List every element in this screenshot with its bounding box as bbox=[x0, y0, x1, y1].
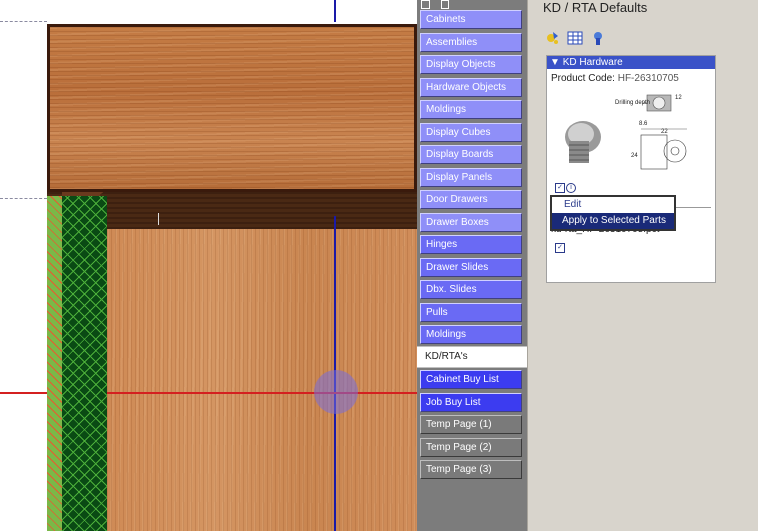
tab-kd-rta[interactable]: KD/RTA's bbox=[417, 346, 527, 368]
hardware-diagram: Drilling depth 12 8.6 22 24 bbox=[565, 94, 687, 170]
guide-horizontal-line-left bbox=[0, 392, 47, 394]
palette-button[interactable]: Drawer Boxes bbox=[420, 212, 522, 232]
guide-tick bbox=[158, 213, 159, 225]
dim-label: 12 bbox=[675, 95, 682, 101]
palette-button[interactable]: Pulls bbox=[420, 302, 522, 322]
context-menu: Edit Apply to Selected Parts bbox=[550, 195, 676, 231]
palette-button[interactable]: Job Buy List bbox=[420, 392, 522, 412]
palette-button[interactable]: Display Boards bbox=[420, 145, 522, 164]
palette-button[interactable]: Dbx. Slides bbox=[420, 280, 522, 299]
panel-title: KD / RTA Defaults bbox=[543, 0, 648, 15]
row-icons: ✓ i bbox=[555, 182, 577, 194]
properties-toolbar bbox=[544, 30, 610, 48]
dim-label: 22 bbox=[661, 129, 668, 135]
product-code: Product Code: HF-26310705 bbox=[551, 73, 679, 84]
page-icon[interactable] bbox=[441, 0, 449, 9]
card-header[interactable]: ▼ KD Hardware bbox=[547, 56, 715, 69]
collapse-triangle-icon[interactable]: ▼ bbox=[550, 57, 560, 68]
card-header-label: KD Hardware bbox=[562, 57, 623, 68]
palette-button[interactable]: Moldings bbox=[420, 100, 522, 119]
info-icon[interactable]: i bbox=[566, 183, 576, 194]
palette-button[interactable]: Hardware Objects bbox=[420, 77, 522, 97]
cabinet-top-panel[interactable] bbox=[47, 24, 417, 192]
dim-label: 8.6 bbox=[639, 121, 648, 127]
palette-button[interactable]: Door Drawers bbox=[420, 190, 522, 209]
palette-button[interactable]: Temp Page (2) bbox=[420, 437, 522, 457]
palette-button[interactable]: Temp Page (3) bbox=[420, 460, 522, 479]
grid-icon[interactable] bbox=[567, 30, 583, 46]
palette-button[interactable]: Temp Page (1) bbox=[420, 415, 522, 434]
drawing-canvas[interactable] bbox=[0, 0, 417, 531]
palette-button[interactable]: Cabinet Buy List bbox=[420, 370, 522, 389]
guide-dashed-line-top bbox=[0, 21, 47, 22]
product-code-label: Product Code: bbox=[551, 73, 615, 84]
palette-button[interactable]: Assemblies bbox=[420, 32, 522, 52]
guide-dashed-line-mid bbox=[0, 198, 47, 199]
section-strip bbox=[47, 196, 62, 531]
wizard-icon[interactable] bbox=[544, 30, 560, 46]
properties-panel: KD / RTA Defaults ▼ KD Hardware Product … bbox=[527, 0, 758, 531]
guide-vertical-line-top bbox=[334, 0, 336, 22]
checkbox-icon[interactable]: ✓ bbox=[555, 183, 565, 194]
section-hatch bbox=[62, 196, 107, 531]
palette-button[interactable]: Moldings bbox=[420, 325, 522, 344]
dim-label: 24 bbox=[631, 153, 638, 159]
snap-cursor[interactable] bbox=[314, 370, 358, 414]
hardware-icon[interactable] bbox=[590, 30, 606, 46]
palette-button[interactable]: Display Objects bbox=[420, 55, 522, 74]
checkbox-icon[interactable]: ✓ bbox=[555, 243, 565, 254]
pin-icon[interactable] bbox=[421, 0, 430, 9]
palette-button[interactable]: Cabinets bbox=[420, 10, 522, 29]
row-icons: ✓ bbox=[555, 242, 566, 254]
menu-item-apply-to-selected-parts[interactable]: Apply to Selected Parts bbox=[552, 213, 674, 229]
palette-button[interactable]: Display Panels bbox=[420, 167, 522, 187]
palette-toolbar bbox=[417, 0, 527, 10]
menu-item-edit[interactable]: Edit bbox=[552, 197, 674, 213]
kd-hardware-card: ▼ KD Hardware Product Code: HF-26310705 … bbox=[546, 55, 716, 283]
product-code-value: HF-26310705 bbox=[617, 73, 679, 84]
guide-horizontal-line bbox=[107, 392, 417, 394]
palette-button[interactable]: Drawer Slides bbox=[420, 257, 522, 277]
palette-button[interactable]: Display Cubes bbox=[420, 122, 522, 142]
object-palette: Cabinets Assemblies Display Objects Hardwar… bbox=[417, 0, 527, 531]
palette-button[interactable]: Hinges bbox=[420, 235, 522, 254]
cabinet-side-panel[interactable] bbox=[107, 229, 417, 531]
